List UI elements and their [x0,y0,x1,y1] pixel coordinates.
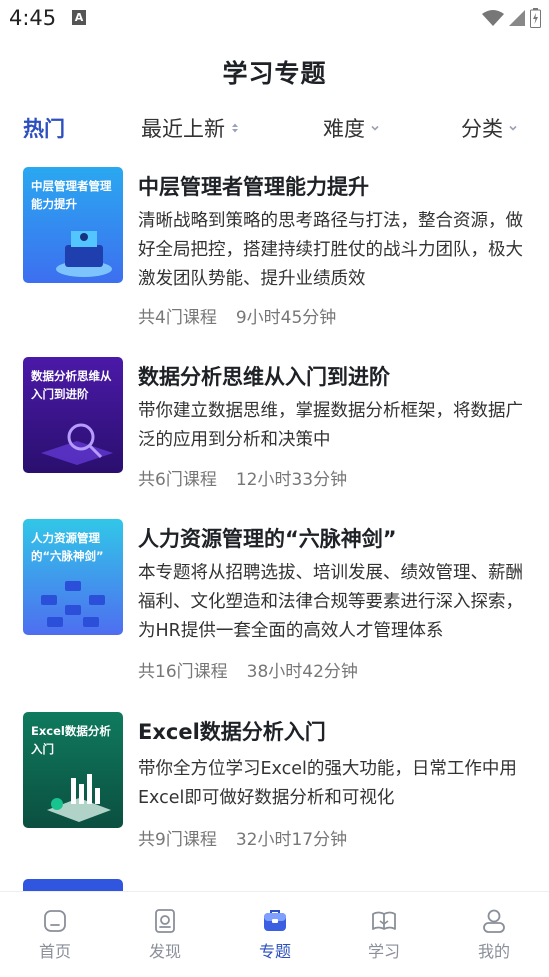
course-title: 中层管理者管理能力提升 [138,175,369,199]
course-thumbnail: 数据分析思维从入门到进阶 [23,357,123,473]
magnifier-illustration-icon [41,423,113,465]
wifi-icon [482,10,504,26]
nav-profile-label: 我的 [477,942,510,961]
filter-newest[interactable]: 最近上新 [141,113,241,143]
filter-hot[interactable]: 热门 [23,113,65,143]
chevron-down-icon [509,125,517,131]
course-title: 人力资源管理的“六脉神剑” [138,527,397,551]
nav-profile[interactable]: 我的 [454,908,534,962]
status-bar: 4:45 A [0,0,549,38]
bottom-nav: 首页 发现 专题 学习 我的 [0,891,549,977]
course-title: 数据分析思维从入门到进阶 [138,365,390,389]
course-duration: 9小时45分钟 [235,308,337,328]
status-time: 4:45 [9,6,57,30]
status-icons [482,8,541,28]
course-description: 清晰战略到策略的思考路径与打法，整合资源，做好全局把控，搭建持续打胜仗的战斗力团… [138,211,523,289]
nav-discover[interactable]: 发现 [125,908,205,962]
course-thumbnail: Excel数据分析入门 [23,712,123,828]
thumbnail-caption: 数据分析思维从入门到进阶 [31,369,112,401]
filter-bar: 热门 最近上新 难度 分类 [0,113,549,145]
course-count: 共16门课程 [138,662,228,682]
nav-topic-label: 专题 [258,942,291,961]
course-duration: 38小时42分钟 [246,662,358,682]
filter-category-label: 分类 [461,117,503,141]
course-meta: 共9门课程 32小时17分钟 [138,825,347,850]
sort-icon [232,123,238,133]
course-description: 带你全方位学习Excel的强大功能，日常工作中用Excel即可做好数据分析和可视… [138,759,517,808]
nav-home-label: 首页 [38,942,71,961]
nav-topic[interactable]: 专题 [235,908,315,962]
course-title: Excel数据分析入门 [138,720,326,744]
course-thumbnail: 人力资源管理的“六脉神剑” [23,519,123,635]
course-count: 共9门课程 [138,830,217,850]
notification-a-icon: A [72,10,86,25]
course-thumbnail: 中层管理者管理能力提升 [23,167,123,283]
chevron-down-icon [371,125,379,131]
filter-newest-label: 最近上新 [141,117,225,141]
desk-illustration-icon [56,231,112,277]
course-meta: 共16门课程 38小时42分钟 [138,657,358,682]
signal-icon [509,10,525,26]
home-icon [44,910,66,932]
team-illustration-icon [41,581,105,627]
nav-learn[interactable]: 学习 [344,908,424,962]
course-count: 共6门课程 [138,470,217,490]
nav-home[interactable]: 首页 [15,908,95,962]
filter-difficulty[interactable]: 难度 [323,113,381,143]
course-duration: 32小时17分钟 [235,830,348,850]
profile-icon [483,909,505,933]
thumbnail-caption: Excel数据分析入门 [31,724,111,756]
course-description: 本专题将从招聘选拔、培训发展、绩效管理、薪酬福利、文化塑造和法律合规等要素进行深… [138,563,523,641]
filter-difficulty-label: 难度 [323,117,365,141]
course-thumbnail-partial [23,879,123,891]
page-title: 学习专题 [222,59,327,88]
course-count: 共4门课程 [138,308,217,328]
nav-discover-label: 发现 [148,942,181,961]
nav-learn-label: 学习 [367,942,400,961]
course-duration: 12小时33分钟 [235,470,348,490]
filter-hot-label: 热门 [23,117,65,141]
chart-illustration-icon [47,774,111,822]
thumbnail-caption: 人力资源管理的“六脉神剑” [31,531,104,563]
filter-category[interactable]: 分类 [461,113,519,143]
discover-icon [155,909,175,933]
course-meta: 共4门课程 9小时45分钟 [138,303,336,328]
topic-icon [264,910,286,931]
thumbnail-caption: 中层管理者管理能力提升 [31,179,112,211]
course-meta: 共6门课程 12小时33分钟 [138,465,347,490]
book-icon [372,911,396,930]
battery-icon [530,8,541,28]
course-description: 带你建立数据思维，掌握数据分析框架，将数据广泛的应用到分析和决策中 [138,401,523,450]
